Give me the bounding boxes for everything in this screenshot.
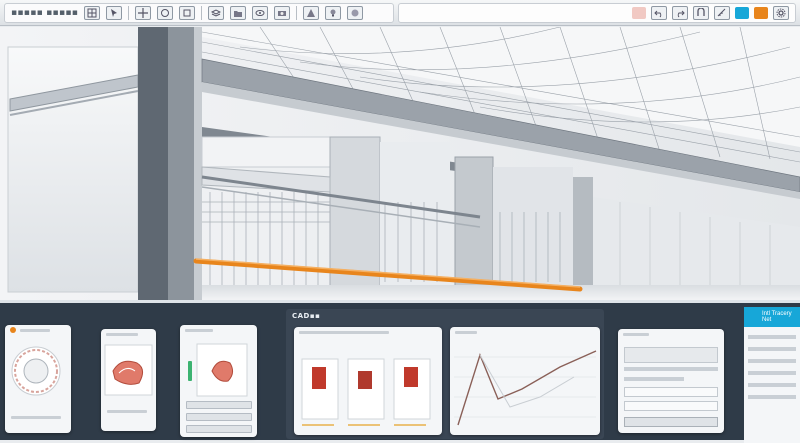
details-row [748,371,796,375]
property-input[interactable] [624,387,718,397]
undo-icon[interactable] [651,6,667,20]
details-row [748,383,796,387]
card-caption-placeholder [107,410,147,413]
select-icon[interactable] [106,6,123,20]
card-header [618,329,724,339]
card-caption-placeholder [11,416,61,419]
material-icon[interactable] [347,6,364,20]
building-render [0,27,800,300]
3d-viewport[interactable] [0,27,800,300]
inspector-option-button[interactable] [186,413,252,421]
view-icon[interactable] [252,6,269,20]
card-title-placeholder [106,332,138,336]
details-row [748,335,796,339]
bottom-panel-strip: CAD▪▪ Intl Tracery Net [0,300,800,443]
ring-gauge [11,346,61,396]
settings-icon[interactable] [773,6,789,20]
analysis-panel-title: CAD▪▪ [292,312,321,320]
inspector-card[interactable] [180,325,257,437]
part-thumbnail [196,343,248,397]
sensor-card[interactable] [5,325,71,433]
inspector-option-button[interactable] [186,425,252,433]
folder-icon[interactable] [230,6,247,20]
status-bar-green [188,361,192,381]
card-title-placeholder [185,328,213,332]
property-row [624,377,684,381]
details-row [748,395,796,399]
card-title-placeholder [455,330,477,334]
inspector-option-button[interactable] [186,401,252,409]
light-icon[interactable] [325,6,342,20]
toolbar-title: ▪▪▪▪▪ ▪▪▪▪▪ [11,8,79,18]
apply-button[interactable] [624,417,718,427]
deflection-graph-card[interactable] [450,327,600,435]
status-swatch-blue [735,7,749,19]
component-compare-card[interactable] [294,327,442,435]
card-header [450,327,600,337]
component-thumbnails [301,358,431,426]
status-swatch-orange [754,7,768,19]
part-preview-card[interactable] [101,329,156,431]
grid-icon[interactable] [84,6,101,20]
toolbar-divider [201,6,203,20]
card-title-placeholder [623,332,649,336]
details-row [748,359,796,363]
toolbar-divider [296,6,298,20]
move-icon[interactable] [135,6,152,20]
redo-icon[interactable] [672,6,688,20]
toolbar-divider [128,6,130,20]
measure-icon[interactable] [714,6,730,20]
status-dot [10,327,16,333]
card-header [294,327,442,337]
top-toolbar: ▪▪▪▪▪ ▪▪▪▪▪ [0,0,800,26]
card-title-placeholder [299,330,389,334]
analysis-panel: CAD▪▪ [286,309,604,439]
card-title-placeholder [20,328,50,332]
status-swatch-red [632,7,646,19]
scale-icon[interactable] [179,6,196,20]
property-row [624,367,718,371]
toolbar-left-group: ▪▪▪▪▪ ▪▪▪▪▪ [4,3,394,23]
card-header [101,329,156,339]
details-header: Intl Tracery Net [744,307,800,327]
card-header [5,325,71,335]
deflection-curve [454,350,597,426]
rotate-icon[interactable] [157,6,174,20]
details-sidebar: Intl Tracery Net [744,307,800,443]
property-input[interactable] [624,401,718,411]
property-field[interactable] [624,347,718,363]
snap-icon[interactable] [693,6,709,20]
part-thumbnail [104,344,153,396]
properties-card[interactable] [618,329,724,433]
render-icon[interactable] [303,6,320,20]
layers-icon[interactable] [208,6,225,20]
card-header [180,325,257,335]
details-row [748,347,796,351]
toolbar-right-group [398,3,796,23]
camera-icon[interactable] [274,6,291,20]
